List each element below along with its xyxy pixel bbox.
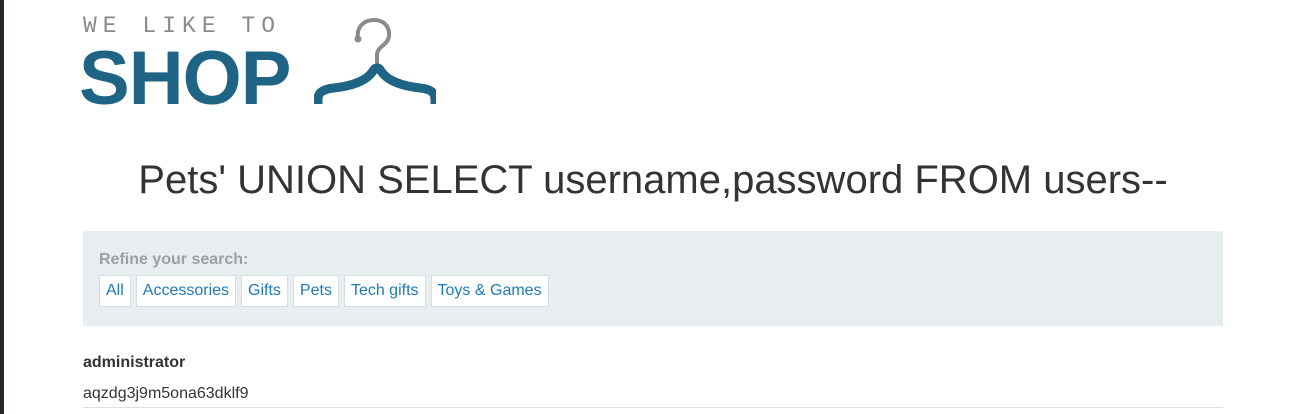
category-filter-list: All Accessories Gifts Pets Tech gifts To… [99, 275, 549, 307]
filter-all-link[interactable]: All [99, 275, 131, 307]
filter-panel: Refine your search: All Accessories Gift… [83, 231, 1223, 326]
filter-toys-games-link[interactable]: Toys & Games [430, 275, 549, 307]
results-table: administrator aqzdg3j9m5ona63dklf9 [83, 352, 1223, 408]
result-row: administrator aqzdg3j9m5ona63dklf9 [83, 352, 1223, 408]
logo-brand: SHOP [79, 36, 291, 121]
hanger-icon [314, 17, 436, 104]
result-username: administrator [83, 354, 186, 371]
filter-tech-gifts-link[interactable]: Tech gifts [343, 275, 426, 307]
page-title: Pets' UNION SELECT username,password FRO… [138, 158, 1168, 202]
filter-accessories-link[interactable]: Accessories [135, 275, 237, 307]
filter-pets-link[interactable]: Pets [292, 275, 339, 307]
logo-tagline: WE LIKE TO [83, 13, 282, 39]
result-password: aqzdg3j9m5ona63dklf9 [83, 383, 1223, 408]
filter-gifts-link[interactable]: Gifts [241, 275, 288, 307]
filter-label: Refine your search: [99, 251, 249, 268]
window-edge [0, 0, 4, 414]
site-logo[interactable]: WE LIKE TO SHOP [79, 12, 442, 117]
